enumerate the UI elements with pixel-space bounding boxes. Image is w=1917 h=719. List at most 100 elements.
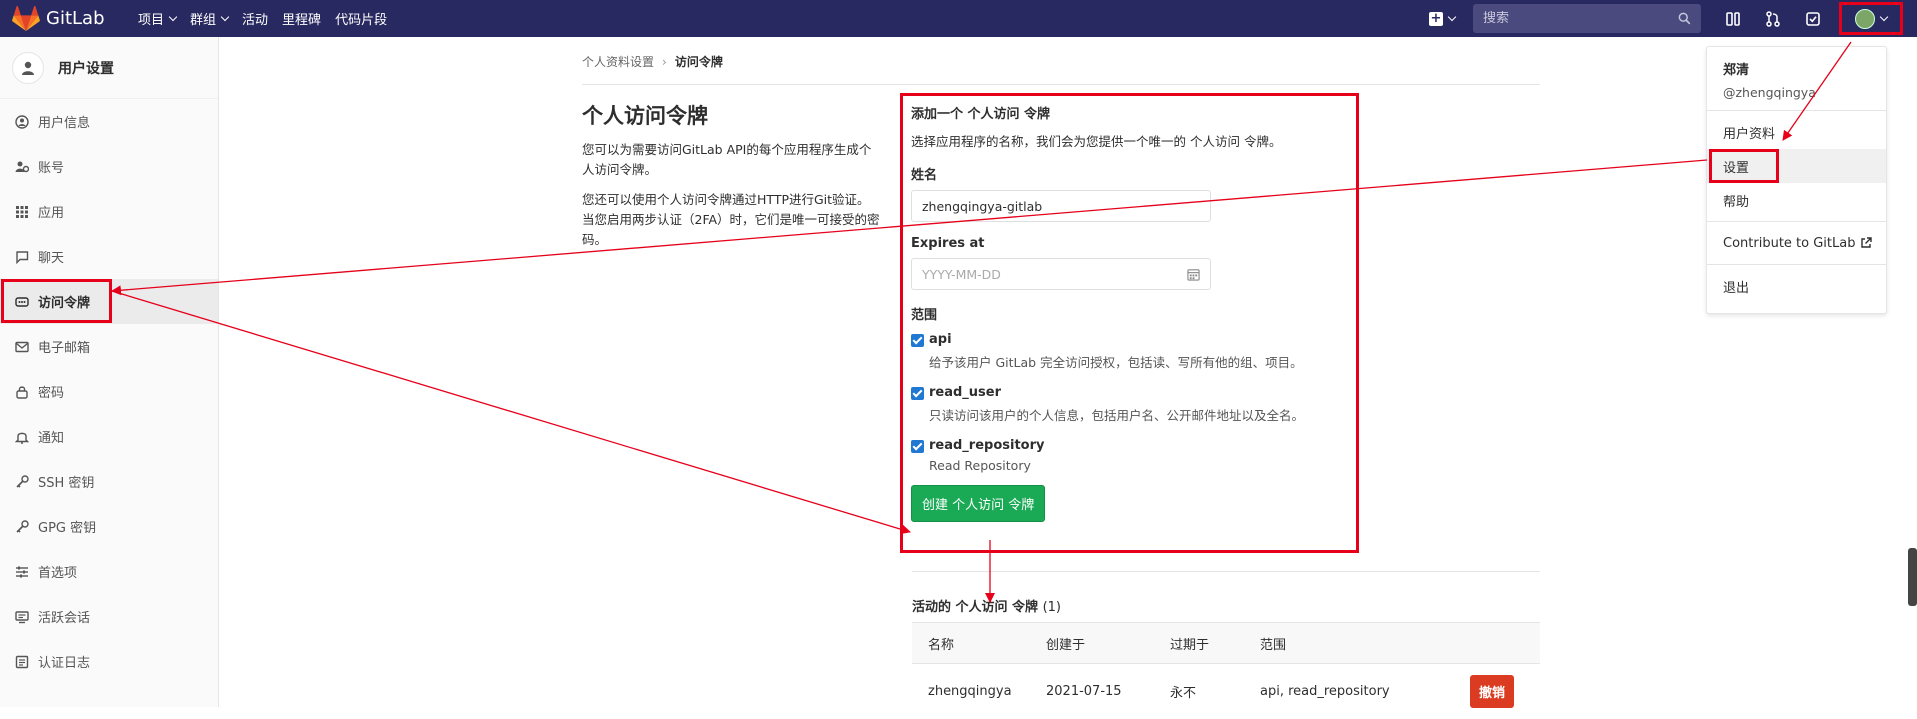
log-icon bbox=[14, 654, 30, 670]
tanuki-icon bbox=[12, 5, 40, 31]
add-token-form: 添加一个 个人访问 令牌 选择应用程序的名称，我们会为您提供一个唯一的 个人访问… bbox=[900, 93, 1359, 553]
table-row: zhengqingya 2021-07-15 永不 api, read_repo… bbox=[912, 664, 1540, 719]
new-dropdown-button[interactable]: + bbox=[1429, 10, 1457, 26]
sidebar-item-label: 应用 bbox=[38, 206, 65, 221]
active-tokens-table: 名称 创建于 过期于 范围 zhengqingya 2021-07-15 永不 … bbox=[912, 622, 1540, 719]
chevron-down-icon bbox=[1447, 12, 1457, 21]
merge-request-icon[interactable] bbox=[1753, 0, 1793, 37]
scope-checkbox-api[interactable] bbox=[911, 334, 924, 347]
settings-sidebar: 用户设置 用户信息账号应用聊天访问令牌电子邮箱密码通知 SSH 密钥 GPG 密钥首… bbox=[0, 37, 219, 707]
scope-api: api 给予该用户 GitLab 完全访问授权，包括读、写所有他的组、项目。 bbox=[911, 332, 1348, 371]
sidebar-item-5[interactable]: 电子邮箱 bbox=[0, 324, 218, 369]
scrollbar-thumb[interactable] bbox=[1908, 548, 1917, 606]
sidebar-item-1[interactable]: 账号 bbox=[0, 144, 218, 189]
dropdown-user-name: 郑清 bbox=[1723, 63, 1750, 78]
intro-section: 个人访问令牌 您可以为需要访问GitLab API的每个应用程序生成个人访问令牌… bbox=[582, 100, 882, 260]
sidebar-item-label: 聊天 bbox=[38, 251, 65, 266]
menu-projects[interactable]: 项目 bbox=[138, 9, 178, 28]
sidebar-toggle-icon[interactable] bbox=[1713, 0, 1753, 37]
chevron-down-icon bbox=[168, 12, 178, 21]
sidebar-item-2[interactable]: 应用 bbox=[0, 189, 218, 234]
sidebar-item-label: 活跃会话 bbox=[38, 611, 91, 626]
account-icon bbox=[14, 159, 30, 175]
dropdown-username: @zhengqingya bbox=[1707, 78, 1886, 111]
dropdown-item-help[interactable]: 帮助 bbox=[1707, 183, 1886, 217]
sidebar-item-label: 首选项 bbox=[38, 566, 78, 581]
sidebar-item-label: 认证日志 bbox=[38, 656, 91, 671]
sidebar-item-label: 账号 bbox=[38, 161, 65, 176]
scope-checkbox-read-repository[interactable] bbox=[911, 440, 924, 453]
dropdown-item-contribute[interactable]: Contribute to GitLab bbox=[1707, 226, 1886, 260]
sidebar-item-label: 电子邮箱 bbox=[38, 341, 91, 356]
sidebar-item-12[interactable]: 认证日志 bbox=[0, 639, 218, 684]
expires-date-input[interactable]: YYYY-MM-DD bbox=[911, 258, 1211, 290]
table-header: 名称 创建于 过期于 范围 bbox=[912, 622, 1540, 664]
scope-checkbox-read-user[interactable] bbox=[911, 387, 924, 400]
search-input[interactable] bbox=[1483, 11, 1663, 26]
sidebar-nav-list: 用户信息账号应用聊天访问令牌电子邮箱密码通知 SSH 密钥 GPG 密钥 首选项活跃会… bbox=[0, 99, 218, 684]
breadcrumb-current[interactable]: 访问令牌 bbox=[675, 53, 723, 70]
sidebar-item-8[interactable]: SSH 密钥 bbox=[0, 459, 218, 504]
scope-description: Read Repository bbox=[929, 458, 1031, 473]
sessions-icon bbox=[14, 609, 30, 625]
name-label: 姓名 bbox=[911, 168, 938, 183]
gitlab-logo[interactable]: GitLab bbox=[12, 5, 122, 32]
scope-read-user: read_user 只读访问该用户的个人信息，包括用户名、公开邮件地址以及全名。 bbox=[911, 385, 1348, 424]
user-avatar bbox=[1855, 8, 1875, 29]
sidebar-item-3[interactable]: 聊天 bbox=[0, 234, 218, 279]
divider bbox=[582, 84, 1540, 85]
external-link-icon bbox=[1861, 237, 1873, 248]
column-header: 范围 bbox=[1260, 637, 1287, 653]
sidebar-item-4[interactable]: 访问令牌 bbox=[0, 279, 218, 324]
dropdown-item-profile[interactable]: 用户资料 bbox=[1707, 115, 1886, 149]
user-menu-button[interactable] bbox=[1839, 2, 1903, 35]
sidebar-item-6[interactable]: 密码 bbox=[0, 369, 218, 414]
breadcrumb: 个人资料设置 › 访问令牌 bbox=[582, 53, 723, 70]
plus-square-icon: + bbox=[1429, 10, 1443, 26]
sidebar-item-10[interactable]: 首选项 bbox=[0, 549, 218, 594]
sidebar-item-label: 通知 bbox=[38, 431, 65, 446]
scope-name: read_user bbox=[929, 385, 1002, 400]
scopes-label: 范围 bbox=[911, 308, 938, 323]
create-token-button[interactable]: 创建 个人访问 令牌 bbox=[911, 485, 1046, 522]
scope-description: 给予该用户 GitLab 完全访问授权，包括读、写所有他的组、项目。 bbox=[929, 355, 1303, 370]
expires-label: Expires at bbox=[911, 236, 985, 251]
column-header: 名称 bbox=[928, 637, 955, 653]
menu-activity[interactable]: 活动 bbox=[242, 9, 268, 28]
top-navbar: GitLab 项目 群组 活动 里程碑 代码片段 + bbox=[0, 0, 1917, 37]
sidebar-item-label: 密码 bbox=[38, 386, 65, 401]
column-header: 创建于 bbox=[1046, 637, 1086, 653]
form-description: 选择应用程序的名称，我们会为您提供一个唯一的 个人访问 令牌。 bbox=[911, 134, 1282, 149]
sidebar-header[interactable]: 用户设置 bbox=[0, 37, 218, 99]
dropdown-item-signout[interactable]: 退出 bbox=[1707, 269, 1886, 303]
main-menu: 项目 群组 活动 里程碑 代码片段 bbox=[138, 9, 401, 28]
breadcrumb-parent[interactable]: 个人资料设置 bbox=[582, 53, 654, 70]
active-tokens-count: (1) bbox=[1042, 600, 1062, 615]
sidebar-item-0[interactable]: 用户信息 bbox=[0, 99, 218, 144]
todo-check-icon[interactable] bbox=[1793, 0, 1833, 37]
sidebar-item-7[interactable]: 通知 bbox=[0, 414, 218, 459]
menu-groups[interactable]: 群组 bbox=[190, 9, 230, 28]
sidebar-item-11[interactable]: 活跃会话 bbox=[0, 594, 218, 639]
token-expires-cell: 永不 bbox=[1170, 686, 1197, 701]
menu-snippets[interactable]: 代码片段 bbox=[335, 9, 387, 28]
search-box[interactable] bbox=[1473, 4, 1701, 33]
divider bbox=[1707, 264, 1886, 265]
user-dropdown-menu: 郑清 @zhengqingya 用户资料 设置 帮助 Contribute to… bbox=[1706, 46, 1887, 314]
menu-milestones[interactable]: 里程碑 bbox=[282, 9, 321, 28]
sidebar-item-9[interactable]: GPG 密钥 bbox=[0, 504, 218, 549]
sidebar-item-label: SSH 密钥 bbox=[38, 476, 95, 491]
column-header: 过期于 bbox=[1170, 637, 1210, 653]
sidebar-item-label: GPG 密钥 bbox=[38, 521, 97, 536]
sidebar-title: 用户设置 bbox=[58, 60, 114, 77]
revoke-button[interactable]: 撤销 bbox=[1470, 675, 1515, 708]
chevron-right-icon: › bbox=[662, 54, 667, 69]
highlight-box bbox=[1709, 149, 1779, 183]
applications-icon bbox=[14, 204, 30, 220]
dropdown-item-settings[interactable]: 设置 bbox=[1707, 149, 1886, 183]
chevron-down-icon bbox=[220, 12, 230, 21]
divider bbox=[912, 571, 1540, 572]
search-icon bbox=[1678, 12, 1691, 25]
token-name-input[interactable]: zhengqingya-gitlab bbox=[911, 190, 1211, 222]
intro-paragraph-2: 您还可以使用个人访问令牌通过HTTP进行Git验证。 当您启用两步认证（2FA）… bbox=[582, 192, 880, 247]
